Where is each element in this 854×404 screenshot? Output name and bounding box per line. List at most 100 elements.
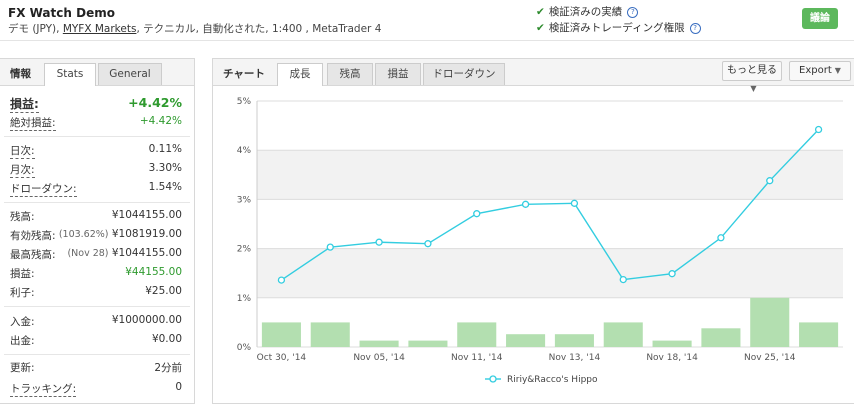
tab-growth[interactable]: 成長 (277, 63, 323, 86)
data-point (814, 125, 823, 134)
equity-label: 有効残高: (10, 230, 56, 242)
drawdown-row: ドローダウン: 1.54% (10, 181, 182, 197)
divider (4, 136, 190, 137)
question-icon[interactable]: ? (689, 22, 701, 34)
x-tick-label: Oct 30, '14 (257, 353, 307, 363)
grid-band (257, 150, 843, 200)
grid-band (257, 248, 843, 298)
account-subtitle: デモ (JPY), MYFX Markets, テクニカル, 自動化された, 1… (8, 21, 381, 36)
highest-value: ¥1044155.00 (111, 247, 182, 259)
more-button[interactable]: もっと見る▼ (722, 61, 782, 93)
withdrawals-label: 出金: (10, 335, 35, 347)
tab-balance[interactable]: 残高 (327, 63, 373, 85)
bar (457, 322, 497, 347)
export-button[interactable]: Export ▼ (789, 61, 851, 81)
equity-value: ¥1081919.00 (111, 228, 182, 240)
x-tick-label: Nov 11, '14 (451, 353, 503, 363)
data-point (277, 276, 286, 284)
deposits-row: 入金: ¥1000000.00 (10, 314, 182, 330)
data-point (717, 234, 725, 242)
broker-link[interactable]: MYFX Markets (63, 23, 137, 35)
y-tick-label: 1% (237, 294, 252, 304)
profit-value: ¥44155.00 (125, 266, 182, 278)
discuss-button[interactable]: 議論 (802, 8, 838, 29)
tab-stats[interactable]: Stats (44, 63, 96, 86)
divider (4, 202, 190, 203)
daily-row: 日次: 0.11% (10, 143, 182, 159)
bar (799, 322, 839, 347)
daily-value: 0.11% (148, 143, 182, 155)
tracking-label[interactable]: トラッキング: (10, 381, 77, 397)
divider (4, 306, 190, 307)
updated-label: 更新: (10, 362, 35, 374)
verified-trading-privileges-label: 検証済みトレーディング権限 (548, 22, 685, 34)
data-point (473, 210, 481, 218)
y-tick-label: 3% (237, 195, 252, 205)
monthly-label[interactable]: 月次: (10, 162, 35, 178)
account-type: デモ (JPY), (8, 23, 63, 35)
highest-date: (Nov 28) (67, 248, 109, 259)
verified-track-record-label: 検証済みの実績 (548, 6, 623, 18)
deposits-label: 入金: (10, 316, 35, 328)
data-point (521, 200, 530, 208)
abs-gain-row: 絶対損益: +4.42% (10, 115, 182, 131)
tab-profit[interactable]: 損益 (375, 63, 421, 85)
monthly-value: 3.30% (148, 162, 182, 174)
stats-tabbar: 情報 Stats General (0, 59, 194, 86)
growth-chart: 0% 1% 2% 3% 4% 5% Oct 30, '14 Nov 05, '14 Nov 11… (237, 97, 843, 385)
bar (506, 334, 546, 347)
bar (750, 297, 790, 347)
header-divider (0, 40, 854, 41)
checkmark-icon: ✔ (536, 22, 545, 34)
withdrawals-value: ¥0.00 (151, 333, 182, 345)
legend-marker (489, 375, 497, 383)
drawdown-value: 1.54% (148, 181, 182, 193)
chart-tabbar: チャート 成長 残高 損益 ドローダウン もっと見る▼ Export ▼ (213, 59, 854, 93)
daily-label[interactable]: 日次: (10, 143, 35, 159)
account-header: FX Watch Demo デモ (JPY), MYFX Markets, テク… (0, 0, 854, 38)
verified-trading-privileges: ✔ 検証済みトレーディング権限? (536, 20, 701, 35)
tab-drawdown[interactable]: ドローダウン (423, 63, 505, 85)
data-point (766, 177, 774, 185)
deposits-value: ¥1000000.00 (111, 314, 182, 326)
equity-percent: (103.62%) (58, 229, 109, 240)
abs-gain-label[interactable]: 絶対損益: (10, 115, 56, 131)
bar (359, 340, 399, 347)
bar (408, 340, 448, 347)
bar (701, 328, 741, 347)
x-tick-label: Nov 25, '14 (744, 353, 796, 363)
tracking-value: 0 (175, 381, 182, 393)
bar (603, 322, 643, 347)
highest-label: 最高残高: (10, 249, 56, 261)
account-title: FX Watch Demo (8, 6, 115, 20)
drawdown-label[interactable]: ドローダウン: (10, 181, 77, 197)
question-icon[interactable]: ? (627, 6, 639, 18)
y-tick-label: 5% (237, 97, 252, 107)
gain-label[interactable]: 損益: (10, 95, 39, 113)
y-tick-label: 2% (237, 245, 252, 255)
checkmark-icon: ✔ (536, 6, 545, 18)
data-point (570, 199, 579, 207)
data-point (326, 243, 334, 251)
gain-value: +4.42% (128, 95, 182, 110)
balance-label: 残高: (10, 211, 35, 223)
tracking-row: トラッキング: 0 (10, 381, 182, 397)
updated-row: 更新: 2分前 (10, 360, 182, 376)
tab-general[interactable]: General (98, 63, 162, 85)
x-tick-label: Nov 05, '14 (353, 353, 405, 363)
legend-label: Ririy&Racco's Hippo (507, 375, 598, 385)
interest-row: 利子: ¥25.00 (10, 285, 182, 301)
balance-value: ¥1044155.00 (111, 209, 182, 221)
updated-value: 2分前 (154, 362, 182, 374)
bar (310, 322, 350, 347)
data-point (668, 270, 676, 278)
chart-panel: チャート 成長 残高 損益 ドローダウン もっと見る▼ Export ▼ 0% 1%… (212, 58, 854, 404)
chart-panel-title: チャート (223, 68, 265, 80)
chevron-down-icon: ▼ (834, 66, 841, 75)
data-point (424, 240, 432, 248)
abs-gain-value: +4.42% (139, 115, 182, 127)
y-tick-label: 4% (237, 146, 252, 156)
interest-value: ¥25.00 (145, 285, 182, 297)
data-point (619, 275, 627, 284)
bar (261, 322, 301, 347)
